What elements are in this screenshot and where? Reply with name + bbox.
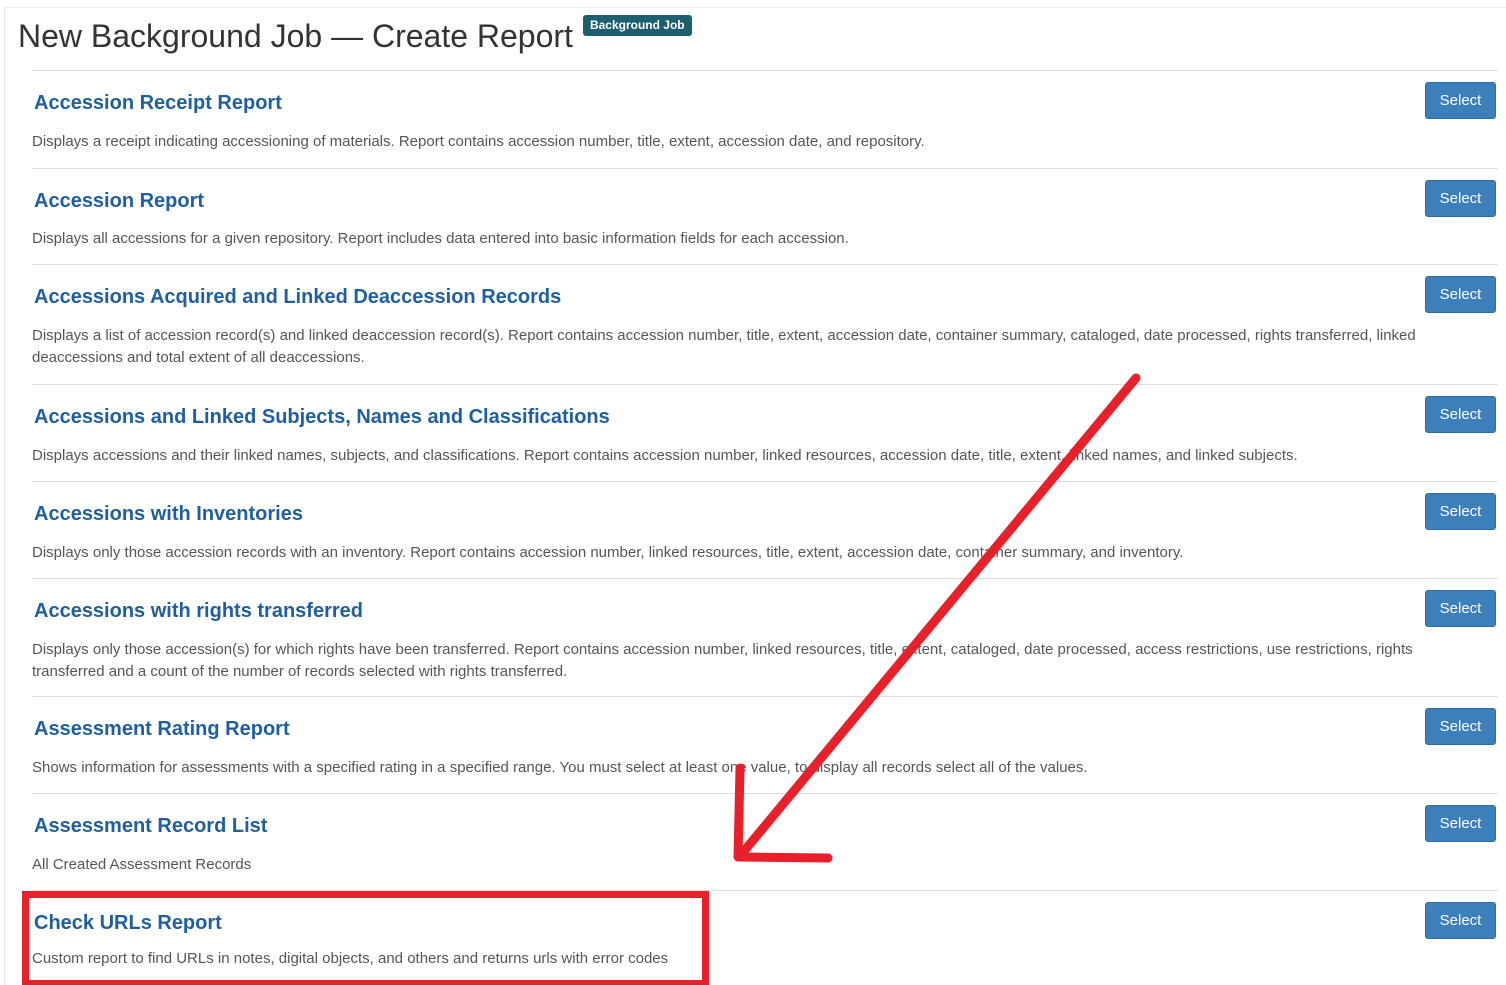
- select-button[interactable]: Select: [1425, 396, 1496, 433]
- report-description: Shows information for assessments with a…: [32, 759, 1088, 776]
- report-description: Displays a list of accession record(s) a…: [32, 327, 1416, 366]
- report-title-link[interactable]: Assessment Record List: [34, 814, 267, 838]
- select-button[interactable]: Select: [1425, 180, 1496, 217]
- report-item-accession-receipt: Accession Receipt Report Displays a rece…: [32, 70, 1498, 168]
- report-title-link[interactable]: Check URLs Report: [34, 911, 222, 935]
- report-description: All Created Assessment Records: [32, 856, 252, 873]
- report-title-link[interactable]: Accessions and Linked Subjects, Names an…: [34, 405, 610, 429]
- report-item-check-urls: Check URLs Report Custom report to find …: [32, 890, 1498, 985]
- report-description: Displays only those accession(s) for whi…: [32, 641, 1413, 680]
- frame-border-top: [4, 7, 1506, 8]
- report-description: Displays accessions and their linked nam…: [32, 447, 1298, 464]
- report-description: Displays all accessions for a given repo…: [32, 230, 849, 247]
- report-item-accessions-with-inventories: Accessions with Inventories Displays onl…: [32, 481, 1498, 578]
- report-description: Custom report to find URLs in notes, dig…: [32, 950, 669, 967]
- page-header: New Background Job — Create Report Backg…: [18, 10, 692, 62]
- frame-border-left: [4, 8, 5, 985]
- select-button[interactable]: Select: [1425, 493, 1496, 530]
- report-description: Displays a receipt indicating accessioni…: [32, 133, 925, 150]
- background-job-badge: Background Job: [582, 15, 692, 36]
- select-button[interactable]: Select: [1425, 82, 1496, 119]
- report-item-accessions-acquired-deaccession: Accessions Acquired and Linked Deaccessi…: [32, 264, 1498, 384]
- select-button[interactable]: Select: [1425, 276, 1496, 313]
- report-description: Displays only those accession records wi…: [32, 544, 1184, 561]
- select-button[interactable]: Select: [1425, 805, 1496, 842]
- report-item-assessment-rating: Assessment Rating Report Shows informati…: [32, 696, 1498, 793]
- report-title-link[interactable]: Accessions with Inventories: [34, 502, 303, 526]
- report-title-link[interactable]: Accession Report: [34, 189, 204, 213]
- report-title-link[interactable]: Accessions with rights transferred: [34, 599, 363, 623]
- select-button[interactable]: Select: [1425, 590, 1496, 627]
- select-button[interactable]: Select: [1425, 708, 1496, 745]
- report-item-assessment-record-list: Assessment Record List All Created Asses…: [32, 793, 1498, 890]
- select-button[interactable]: Select: [1425, 902, 1496, 939]
- report-item-accessions-rights-transferred: Accessions with rights transferred Displ…: [32, 578, 1498, 696]
- page-title: New Background Job — Create Report: [18, 18, 573, 54]
- page: New Background Job — Create Report Backg…: [0, 0, 1506, 985]
- report-item-accession-report: Accession Report Displays all accessions…: [32, 168, 1498, 264]
- report-title-link[interactable]: Assessment Rating Report: [34, 717, 290, 741]
- report-title-link[interactable]: Accession Receipt Report: [34, 91, 282, 115]
- report-list: Accession Receipt Report Displays a rece…: [32, 70, 1498, 985]
- report-item-accessions-linked-subjects: Accessions and Linked Subjects, Names an…: [32, 384, 1498, 481]
- report-title-link[interactable]: Accessions Acquired and Linked Deaccessi…: [34, 285, 561, 309]
